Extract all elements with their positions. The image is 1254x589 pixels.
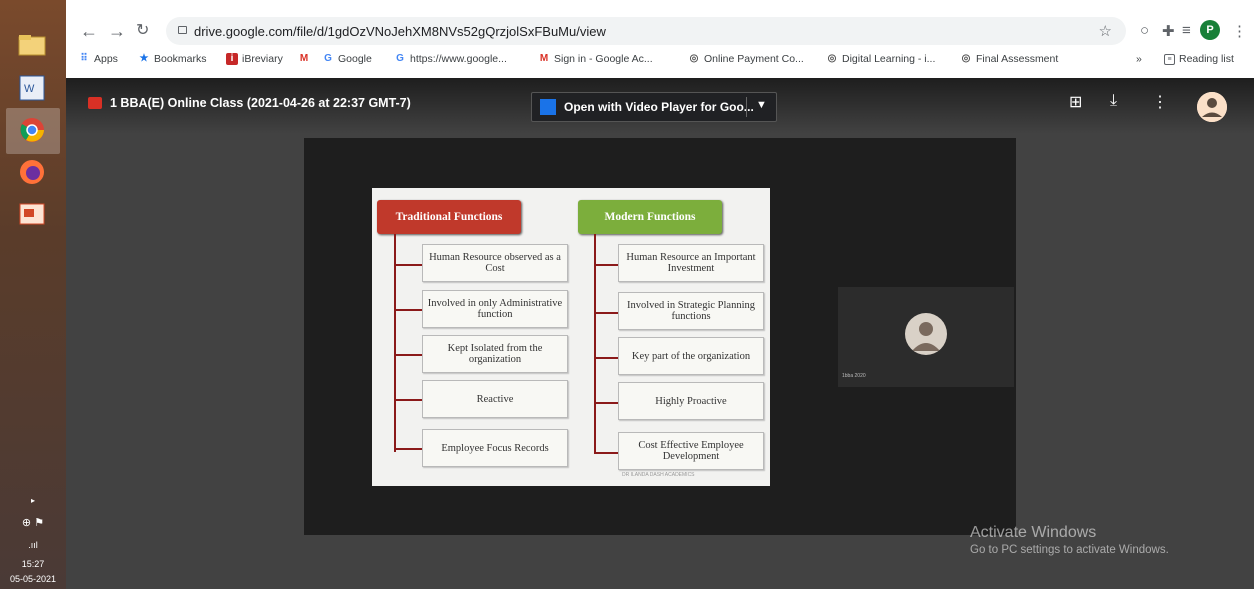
add-to-drive-icon[interactable]: ⊞ xyxy=(1069,92,1082,112)
right-item-4: Highly Proactive xyxy=(618,382,764,420)
connector xyxy=(394,399,422,401)
gmail-icon: M xyxy=(299,53,309,64)
reading-list-icon: ≡ xyxy=(1164,53,1175,65)
slide-footnote: DR ILANDA DASH ACADEMICS xyxy=(622,472,695,478)
extension-circle-icon[interactable]: ○ xyxy=(1140,22,1149,39)
star-bookmark-icon: ★ xyxy=(139,53,149,64)
tray-expand-icon[interactable]: ▸ xyxy=(0,496,66,505)
video-file-icon xyxy=(88,97,102,109)
participant-tile: 1bba 2020 xyxy=(838,287,1014,387)
reading-list-button[interactable]: ≡ Reading list xyxy=(1164,53,1234,65)
connector xyxy=(594,452,618,454)
right-item-1: Human Resource an Important Investment xyxy=(618,244,764,282)
participant-avatar-icon xyxy=(905,313,947,355)
bookmarks-bar: ⠿ Apps ★ Bookmarks i iBreviary M G Google Gh… xyxy=(66,50,1254,72)
gmail-icon: M xyxy=(539,53,549,64)
svg-text:W: W xyxy=(24,83,35,95)
presentation-slide: Traditional Functions Modern Functions H… xyxy=(372,188,770,486)
account-avatar[interactable] xyxy=(1197,92,1227,122)
divider xyxy=(746,97,747,117)
connector xyxy=(394,264,422,266)
chrome-icon[interactable] xyxy=(14,114,50,146)
file-title: 1 BBA(E) Online Class (2021-04-26 at 22:… xyxy=(110,96,411,110)
bookmark-gmail[interactable]: M xyxy=(298,53,310,65)
right-item-2: Involved in Strategic Planning functions xyxy=(618,292,764,330)
bookmark-ibreviary[interactable]: i iBreviary xyxy=(226,53,283,65)
bookmark-online-payment[interactable]: ◎ Online Payment Co... xyxy=(688,53,804,65)
left-tree-line xyxy=(394,234,396,452)
back-icon[interactable]: ← xyxy=(80,22,98,40)
profile-avatar[interactable]: P xyxy=(1200,20,1220,40)
left-item-3: Kept Isolated from the organization xyxy=(422,335,568,373)
video-player-icon xyxy=(540,99,556,115)
activate-windows-watermark: Activate Windows Go to PC settings to ac… xyxy=(970,524,1169,556)
connector xyxy=(594,312,618,314)
presentation-app-icon[interactable] xyxy=(14,198,50,230)
star-icon[interactable]: ☆ xyxy=(1099,22,1112,40)
left-item-5: Employee Focus Records xyxy=(422,429,568,467)
bookmark-google-url[interactable]: Ghttps://www.google... xyxy=(394,53,507,65)
lock-icon xyxy=(178,26,187,34)
left-item-4: Reactive xyxy=(422,380,568,418)
file-explorer-icon[interactable] xyxy=(14,30,50,62)
connector xyxy=(394,309,422,311)
windows-taskbar: W ▸ ⊕ ⚑ .ııl 15:27 05-05-2021 xyxy=(0,0,66,589)
word-icon[interactable]: W xyxy=(14,72,50,104)
open-with-button[interactable]: Open with Video Player for Goo... ▼ xyxy=(531,92,777,122)
google-icon: G xyxy=(324,53,332,64)
media-queue-icon[interactable]: ≡ xyxy=(1182,22,1191,39)
connector xyxy=(594,402,618,404)
address-row: ← → ↻ drive.google.com/file/d/1gdOzVNoJe… xyxy=(66,14,1254,50)
globe-icon: ◎ xyxy=(961,53,971,64)
drive-video-viewer: 1 BBA(E) Online Class (2021-04-26 at 22:… xyxy=(66,78,1254,589)
clock-date[interactable]: 05-05-2021 xyxy=(0,574,66,584)
left-item-1: Human Resource observed as a Cost xyxy=(422,244,568,282)
network-sound-icons[interactable]: ⊕ ⚑ xyxy=(0,516,66,529)
ibreviary-icon: i xyxy=(226,53,238,65)
google-icon: G xyxy=(396,53,404,64)
chrome-menu-icon[interactable]: ⋮ xyxy=(1232,22,1247,40)
left-item-2: Involved in only Administrative function xyxy=(422,290,568,328)
connector xyxy=(594,264,618,266)
signal-indicator: .ııl xyxy=(28,540,38,550)
download-icon[interactable]: ⤓ xyxy=(1110,92,1117,110)
connector xyxy=(394,354,422,356)
forward-icon[interactable]: → xyxy=(108,22,126,40)
participant-name: 1bba 2020 xyxy=(842,373,866,379)
watermark-subtitle: Go to PC settings to activate Windows. xyxy=(970,544,1169,556)
bookmark-digital-learning[interactable]: ◎ Digital Learning - i... xyxy=(826,53,936,65)
bookmark-google[interactable]: G Google xyxy=(322,53,372,65)
right-item-5: Cost Effective Employee Development xyxy=(618,432,764,470)
url-text[interactable]: drive.google.com/file/d/1gdOzVNoJehXM8NV… xyxy=(194,24,606,39)
video-frame[interactable]: Traditional Functions Modern Functions H… xyxy=(304,138,1016,535)
bookmark-apps[interactable]: ⠿ Apps xyxy=(78,53,118,65)
traditional-functions-header: Traditional Functions xyxy=(377,200,521,234)
right-item-3: Key part of the organization xyxy=(618,337,764,375)
clock-time[interactable]: 15:27 xyxy=(0,559,66,569)
more-options-icon[interactable]: ⋮ xyxy=(1152,92,1168,112)
bookmarks-overflow[interactable]: » xyxy=(1136,53,1142,65)
watermark-title: Activate Windows xyxy=(970,524,1097,541)
address-bar[interactable]: drive.google.com/file/d/1gdOzVNoJehXM8NV… xyxy=(166,17,1126,45)
globe-icon: ◎ xyxy=(827,53,837,64)
browser-chrome: ← → ↻ drive.google.com/file/d/1gdOzVNoJe… xyxy=(66,0,1254,78)
dropdown-caret-icon[interactable]: ▼ xyxy=(756,99,767,111)
firefox-icon[interactable] xyxy=(14,156,50,188)
viewer-toolbar: 1 BBA(E) Online Class (2021-04-26 at 22:… xyxy=(66,78,1254,134)
right-tree-line xyxy=(594,234,596,454)
reload-icon[interactable]: ↻ xyxy=(136,22,149,40)
bookmark-bookmarks[interactable]: ★ Bookmarks xyxy=(138,53,207,65)
apps-grid-icon: ⠿ xyxy=(80,53,88,64)
bookmark-sign-in[interactable]: M Sign in - Google Ac... xyxy=(538,53,653,65)
open-with-label: Open with Video Player for Goo... xyxy=(564,100,754,114)
modern-functions-header: Modern Functions xyxy=(578,200,722,234)
globe-icon: ◎ xyxy=(689,53,699,64)
bookmark-final-assessment[interactable]: ◎ Final Assessment xyxy=(960,53,1059,65)
connector xyxy=(394,448,422,450)
extensions-puzzle-icon[interactable]: ✚ xyxy=(1162,22,1175,40)
connector xyxy=(594,357,618,359)
